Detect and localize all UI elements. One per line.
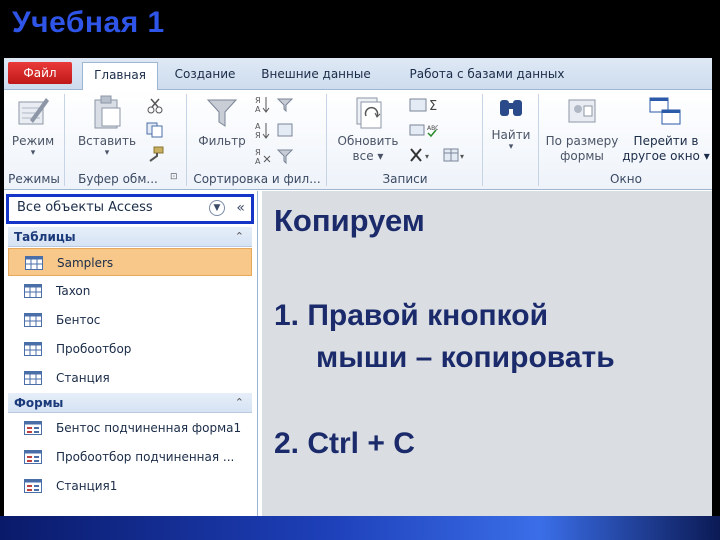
table-icon (24, 371, 42, 385)
binoculars-icon (500, 100, 522, 116)
access-window: Файл Главная Создание Внешние данные Раб… (4, 58, 712, 516)
new-record-icon[interactable]: Σ (408, 96, 438, 114)
cut-icon[interactable] (146, 98, 164, 114)
form-icon (24, 479, 42, 493)
tab-file[interactable]: Файл (8, 62, 72, 84)
table-item-label: Пробоотбор (56, 342, 132, 356)
svg-text:Я: Я (255, 131, 261, 140)
tab-home[interactable]: Главная (82, 62, 158, 91)
group-label-records: Записи (382, 172, 428, 186)
table-item-probootbor[interactable]: Пробоотбор (8, 335, 252, 363)
table-item-bentos[interactable]: Бентос (8, 306, 252, 334)
tab-database-tools[interactable]: Работа с базами данных (396, 64, 578, 90)
refresh-label-1: Обновить (337, 134, 399, 148)
slide-title: Учебная 1 (12, 6, 165, 39)
table-icon (24, 342, 42, 356)
table-item-label: Samplers (57, 256, 114, 270)
navigation-pane: Все объекты Access ▼ « Таблицы ⌃ Sampler… (4, 191, 258, 516)
filter-icon (206, 99, 238, 127)
form-item-stanciya1[interactable]: Станция1 (8, 472, 252, 500)
table-item-label: Станция (56, 371, 110, 385)
fit-to-form-button[interactable]: По размеру формы (540, 94, 624, 164)
ribbon-tab-bar: Файл Главная Создание Внешние данные Раб… (4, 58, 712, 91)
group-label-clipboard: Буфер обм... (78, 172, 158, 186)
step1-line2: мыши – копировать (316, 341, 615, 374)
section-forms[interactable]: Формы ⌃ (8, 393, 252, 413)
switch-windows-icon (649, 97, 681, 125)
collapse-pane-icon[interactable]: « (236, 197, 245, 219)
form-icon (24, 421, 42, 435)
svg-text:Я: Я (255, 96, 261, 105)
table-icon (24, 313, 42, 327)
paste-button[interactable]: Вставить ▾ (74, 94, 140, 158)
switch-label-2: другое окно (622, 149, 700, 163)
delete-record-icon[interactable]: ▾ ▾ (408, 146, 468, 164)
table-icon (25, 256, 43, 270)
switch-label-1: Перейти в (633, 134, 699, 148)
table-item-stanciya[interactable]: Станция (8, 364, 252, 392)
mode-label: Режим (11, 134, 55, 148)
form-item-bentos-subform[interactable]: Бентос подчиненная форма1 (8, 414, 252, 442)
clipboard-launcher-icon[interactable]: ⊡ (170, 172, 178, 182)
svg-text:А: А (255, 122, 261, 131)
design-view-icon (18, 98, 49, 125)
step1-line1: 1. Правой кнопкой (274, 299, 549, 332)
filter-button[interactable]: Фильтр (194, 94, 250, 149)
paste-label: Вставить (77, 134, 137, 148)
svg-text:▾: ▾ (460, 152, 464, 161)
svg-text:ABC: ABC (427, 125, 438, 132)
table-item-label: Taxon (56, 284, 91, 298)
form-icon (24, 450, 42, 464)
format-painter-icon[interactable] (146, 146, 164, 162)
nav-pane-header[interactable]: Все объекты Access ▼ « (6, 194, 254, 224)
group-label-window: Окно (610, 172, 642, 186)
find-label: Найти (491, 128, 531, 142)
step2-text: 2. Ctrl + C (274, 427, 415, 460)
chevron-up-icon[interactable]: ⌃ (235, 227, 244, 247)
sort-ascending-icon[interactable]: ЯА (254, 94, 300, 114)
filter-label: Фильтр (198, 134, 246, 148)
tab-external-data[interactable]: Внешние данные (248, 64, 384, 90)
form-item-probootbor-subform[interactable]: Пробоотбор подчиненная ... (8, 443, 252, 471)
ribbon: Режим ▾ Вставить ▾ Фильтр Я А А Я Я А Об… (4, 90, 712, 190)
section-tables[interactable]: Таблицы ⌃ (8, 227, 252, 247)
tab-create[interactable]: Создание (166, 64, 244, 90)
svg-text:А: А (255, 105, 261, 114)
content-area: Копируем 1. Правой кнопкой мыши – копиро… (262, 191, 712, 516)
table-item-samplers[interactable]: Samplers (8, 248, 252, 276)
chevron-down-icon[interactable]: ▼ (209, 200, 225, 216)
switch-window-button[interactable]: Перейти в другое окно ▾ (620, 94, 712, 164)
section-tables-label: Таблицы (14, 230, 76, 244)
form-item-label: Станция1 (56, 479, 118, 493)
section-forms-label: Формы (14, 396, 64, 410)
svg-text:Я: Я (255, 148, 261, 157)
fit-label-1: По размеру (545, 134, 619, 148)
group-label-modes: Режимы (8, 172, 60, 186)
fit-to-form-icon (568, 99, 596, 123)
svg-text:Σ: Σ (429, 99, 437, 114)
refresh-all-button[interactable]: Обновить все ▾ (332, 94, 404, 164)
table-item-taxon[interactable]: Taxon (8, 277, 252, 305)
bottom-decor-band (0, 516, 720, 540)
table-item-label: Бентос (56, 313, 101, 327)
save-record-icon[interactable]: ABC (408, 120, 438, 138)
svg-text:А: А (255, 157, 261, 166)
fit-label-2: формы (560, 149, 604, 163)
refresh-icon (356, 97, 382, 129)
svg-text:▾: ▾ (425, 152, 429, 161)
form-item-label: Бентос подчиненная форма1 (56, 421, 242, 435)
mode-button[interactable]: Режим ▾ (6, 94, 60, 158)
content-heading: Копируем (274, 203, 425, 238)
clipboard-icon (94, 95, 121, 129)
chevron-up-icon[interactable]: ⌃ (235, 393, 244, 413)
refresh-label-2: все (352, 149, 374, 163)
nav-pane-title: Все объекты Access (17, 200, 153, 215)
clear-sort-icon[interactable]: ЯА (254, 146, 300, 166)
sort-descending-icon[interactable]: АЯ (254, 120, 300, 140)
group-label-sort-filter: Сортировка и фил... (193, 172, 321, 186)
form-item-label: Пробоотбор подчиненная ... (56, 450, 235, 464)
copy-icon[interactable] (146, 122, 164, 138)
find-button[interactable]: Найти ▾ (486, 94, 536, 152)
table-icon (24, 284, 42, 298)
